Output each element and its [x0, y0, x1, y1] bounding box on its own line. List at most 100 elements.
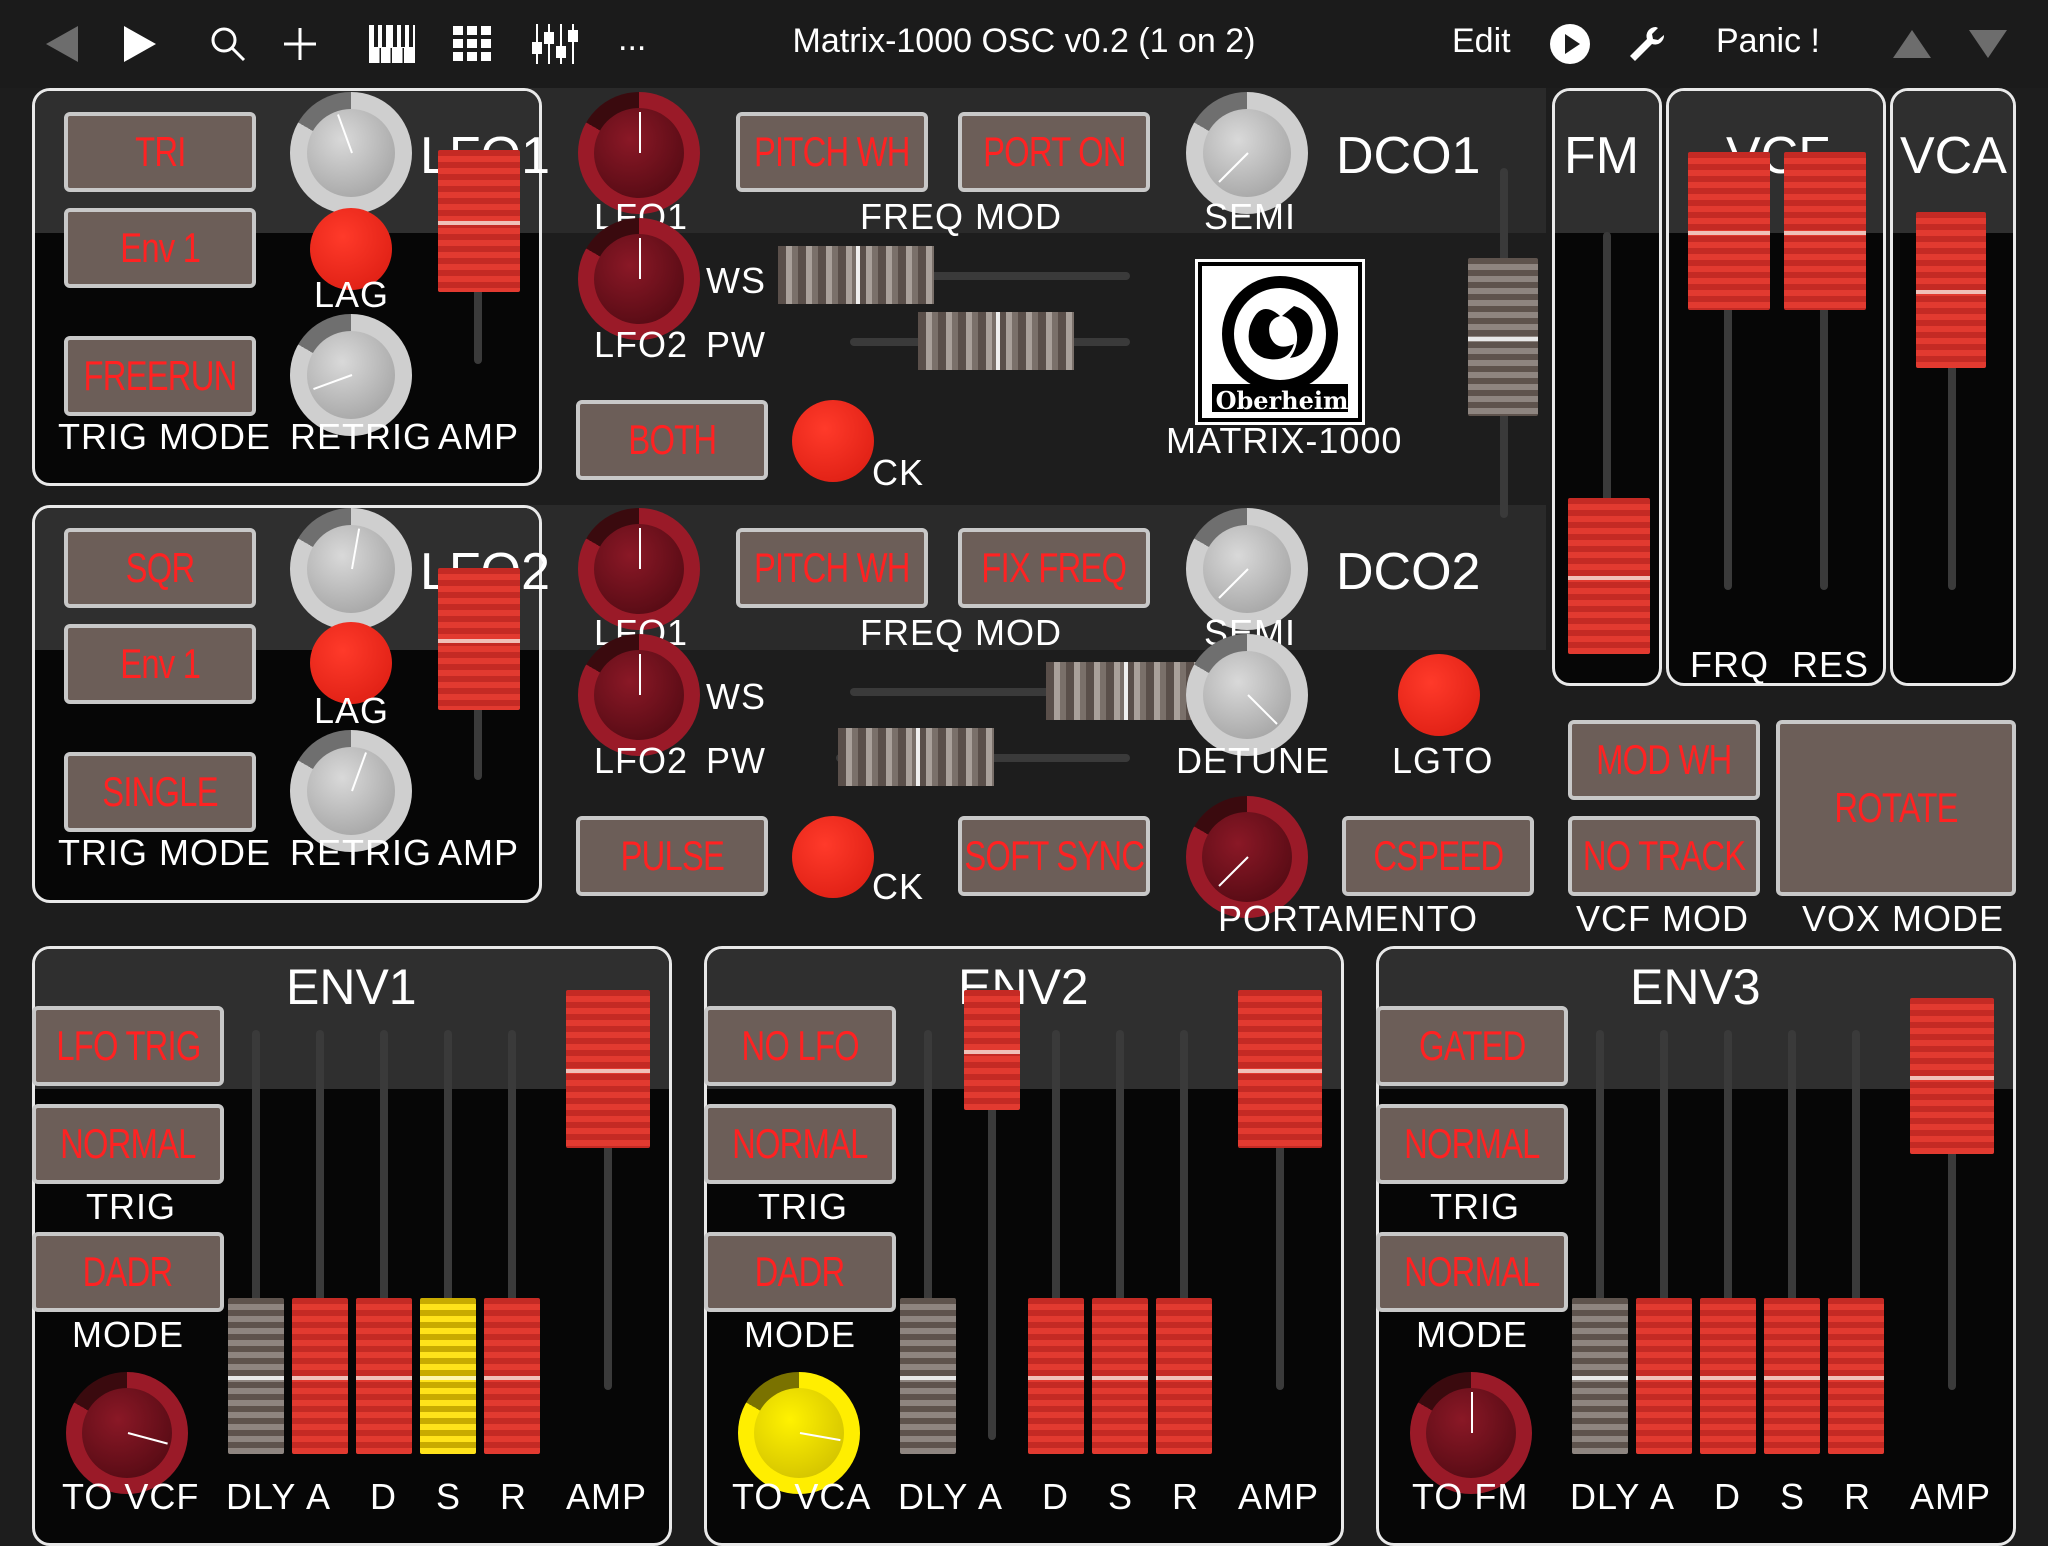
mixer-icon[interactable]: [526, 0, 586, 88]
mod-wh-button[interactable]: MOD WH: [1568, 720, 1760, 800]
dco1-lfo2-knob[interactable]: [578, 218, 700, 340]
env2-trig-caption: TRIG: [758, 1186, 848, 1227]
dco2-freq-mod-caption: FREQ MOD: [860, 612, 1062, 653]
lfo1-amp-fader[interactable]: [438, 150, 520, 292]
keyboard-icon[interactable]: [362, 0, 422, 88]
env3-lfo-button[interactable]: GATED: [1376, 1006, 1568, 1086]
cspeed-button[interactable]: CSPEED: [1342, 816, 1534, 896]
patch-title: Matrix-1000 OSC v0.2 (1 on 2): [792, 22, 1256, 60]
dco2-pitch-button[interactable]: PITCH WH: [736, 528, 928, 608]
env1-amp-fader[interactable]: [566, 990, 650, 1148]
lfo1-amp-caption: AMP: [438, 416, 520, 457]
env2-mode-button[interactable]: DADR: [704, 1232, 896, 1312]
cspeed-label: CSPEED: [1372, 832, 1504, 879]
lfo2-amp-fader[interactable]: [438, 568, 520, 710]
panic-button[interactable]: Panic !: [1716, 22, 1820, 61]
dco1-pitch-button[interactable]: PITCH WH: [736, 112, 928, 192]
lfo1-wave-button[interactable]: TRI: [64, 112, 256, 192]
env3-mode-label: NORMAL: [1404, 1248, 1540, 1295]
vcf-frq-fader[interactable]: [1688, 152, 1770, 310]
fm-fader[interactable]: [1568, 498, 1650, 654]
no-track-button[interactable]: NO TRACK: [1568, 816, 1760, 896]
env1-d-fader[interactable]: [356, 1298, 412, 1454]
env3-amp-fader[interactable]: [1910, 998, 1994, 1154]
env2-lfo-label: NO LFO: [741, 1022, 859, 1069]
edit-button[interactable]: Edit: [1452, 22, 1511, 61]
play-circle-icon[interactable]: [1546, 0, 1594, 88]
dco2-ws-slider[interactable]: [1046, 662, 1202, 720]
oberheim-logo: Oberheim: [1195, 259, 1365, 425]
env2-lfo-button[interactable]: NO LFO: [704, 1006, 896, 1086]
env2-d-fader[interactable]: [1028, 1298, 1084, 1454]
env1-mode-label: DADR: [83, 1248, 173, 1295]
dco1-freq-mod-caption: FREQ MOD: [860, 196, 1062, 237]
dco1-port-button[interactable]: PORT ON: [958, 112, 1150, 192]
dco2-wave-button[interactable]: PULSE: [576, 816, 768, 896]
wrench-icon[interactable]: [1622, 0, 1672, 88]
env2-d-caption: D: [1042, 1476, 1069, 1517]
env1-lfo-trig-button[interactable]: LFO TRIG: [32, 1006, 224, 1086]
dco2-pw-slider[interactable]: [838, 728, 994, 786]
lfo1-speed-knob[interactable]: [290, 92, 412, 214]
env2-s-fader[interactable]: [1092, 1298, 1148, 1454]
lfo1-trig-mode-button[interactable]: FREERUN: [64, 336, 256, 416]
env1-title: ENV1: [286, 959, 417, 1015]
env3-mode-button[interactable]: NORMAL: [1376, 1232, 1568, 1312]
env2-amp-fader[interactable]: [1238, 990, 1322, 1148]
dco2-lfo2-knob[interactable]: [578, 634, 700, 756]
env1-s-fader[interactable]: [420, 1298, 476, 1454]
env1-a-fader[interactable]: [292, 1298, 348, 1454]
dco2-wave-label: PULSE: [620, 832, 724, 879]
lfo2-wave-button[interactable]: SQR: [64, 528, 256, 608]
vca-fader[interactable]: [1916, 212, 1986, 368]
env3-trig-button[interactable]: NORMAL: [1376, 1104, 1568, 1184]
dco2-detune-caption: DETUNE: [1176, 740, 1331, 781]
lfo2-speed-knob[interactable]: [290, 508, 412, 630]
dco2-ws-caption: WS: [706, 676, 766, 717]
more-menu[interactable]: ...: [618, 20, 646, 59]
lfo2-trig-source-button[interactable]: Env 1: [64, 624, 256, 704]
env1-dly-fader[interactable]: [228, 1298, 284, 1454]
dco2-detune-knob[interactable]: [1186, 634, 1308, 756]
dco1-level-fader[interactable]: [1468, 258, 1538, 416]
env2-trig-button[interactable]: NORMAL: [704, 1104, 896, 1184]
env1-trig-button[interactable]: NORMAL: [32, 1104, 224, 1184]
dco2-fix-freq-button[interactable]: FIX FREQ: [958, 528, 1150, 608]
dco1-ck-caption: CK: [872, 452, 925, 493]
vcf-res-fader[interactable]: [1784, 152, 1866, 310]
down-arrow-icon[interactable]: [1964, 0, 2012, 88]
env3-s-fader[interactable]: [1764, 1298, 1820, 1454]
lfo2-wave-label: SQR: [125, 544, 195, 591]
vox-mode-button[interactable]: ROTATE: [1776, 720, 2016, 896]
lfo2-trig-mode-button[interactable]: SINGLE: [64, 752, 256, 832]
play-icon[interactable]: [110, 0, 166, 88]
env1-r-fader[interactable]: [484, 1298, 540, 1454]
dco2-click-toggle[interactable]: [792, 816, 874, 898]
dco1-ws-slider[interactable]: [778, 246, 934, 304]
up-arrow-icon[interactable]: [1888, 0, 1936, 88]
add-icon[interactable]: [272, 0, 328, 88]
env1-mode-button[interactable]: DADR: [32, 1232, 224, 1312]
dco1-click-toggle[interactable]: [792, 400, 874, 482]
search-icon[interactable]: [200, 0, 256, 88]
dco1-wave-button[interactable]: BOTH: [576, 400, 768, 480]
dco1-pw-slider[interactable]: [918, 312, 1074, 370]
lfo2-trig-mode-caption: TRIG MODE: [58, 832, 271, 873]
env3-d-fader[interactable]: [1700, 1298, 1756, 1454]
vox-mode-label: ROTATE: [1834, 784, 1958, 831]
env2-a-fader[interactable]: [964, 990, 1020, 1110]
lfo2-retrig-caption: RETRIG: [290, 832, 433, 873]
soft-sync-button[interactable]: SOFT SYNC: [958, 816, 1150, 896]
lfo2-lag-caption: LAG: [314, 690, 390, 731]
lfo1-trig-source-button[interactable]: Env 1: [64, 208, 256, 288]
env2-dly-fader[interactable]: [900, 1298, 956, 1454]
env2-r-fader[interactable]: [1156, 1298, 1212, 1454]
env1-lfo-label: LFO TRIG: [55, 1022, 201, 1069]
back-icon[interactable]: [34, 0, 90, 88]
legato-toggle[interactable]: [1398, 654, 1480, 736]
env3-a-fader[interactable]: [1636, 1298, 1692, 1454]
env3-dly-fader[interactable]: [1572, 1298, 1628, 1454]
env3-r-fader[interactable]: [1828, 1298, 1884, 1454]
env1-d-caption: D: [370, 1476, 397, 1517]
grid-icon[interactable]: [442, 0, 502, 88]
